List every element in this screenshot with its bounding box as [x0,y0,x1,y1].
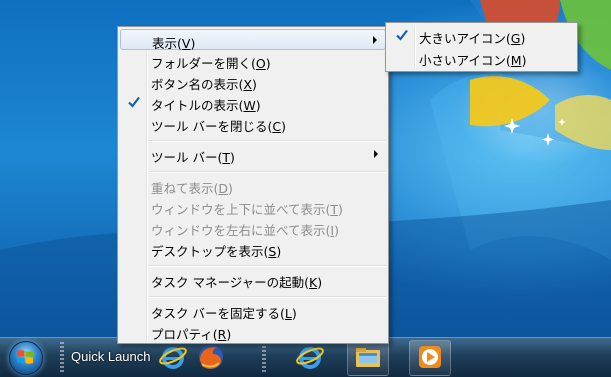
menu-item-open-folder[interactable]: フォルダーを開く(O) [120,50,386,71]
internet-explorer-icon[interactable] [295,342,325,372]
firefox-icon[interactable] [196,342,226,372]
menu-item-toolbars[interactable]: ツール バー(T) [120,144,386,165]
windows-flag-icon [17,350,33,364]
menu-item-close-toolbar[interactable]: ツール バーを閉じる(C) [120,113,386,134]
menu-item-stack-windows: ウィンドウを上下に並べて表示(T) [151,202,343,217]
windows-explorer-icon [356,348,380,367]
menu-separator [149,140,386,142]
menu-item-show-text[interactable]: ボタン名の表示(X) [120,71,386,92]
checkmark-icon [128,96,140,108]
menu-item-view[interactable]: 表示(V) [120,29,386,51]
menu-separator [149,296,386,298]
menu-item-lock-taskbar[interactable]: タスク バーを固定する(L) [120,300,386,321]
menu-item-show-title[interactable]: タイトルの表示(W) [120,92,386,113]
menu-separator [149,171,386,173]
toolbar-grip[interactable] [262,342,266,372]
submenu-arrow-icon [374,150,378,158]
media-player-icon [419,346,441,368]
submenu-arrow-icon [373,36,377,44]
view-submenu: 大きいアイコン(G) 小さいアイコン(M) [385,22,578,72]
menu-item-cascade-windows: 重ねて表示(D) [151,181,233,196]
internet-explorer-icon[interactable] [158,342,188,372]
start-button[interactable] [5,338,45,376]
menu-item-large-icons[interactable]: 大きいアイコン(G) [388,25,575,46]
taskbar-context-menu: 表示(V) フォルダーを開く(O) ボタン名の表示(X) タイトルの表示(W) … [117,26,389,344]
menu-item-properties[interactable]: プロパティ(R) [120,321,386,342]
menu-separator [149,265,386,267]
menu-item-show-desktop[interactable]: デスクトップを表示(S) [120,238,386,259]
menu-item-task-manager[interactable]: タスク マネージャーの起動(K) [120,269,386,290]
quick-launch-label: Quick Launch [71,349,151,364]
checkmark-icon [396,29,408,41]
menu-item-side-by-side: ウィンドウを左右に並べて表示(I) [151,223,339,238]
menu-item-small-icons[interactable]: 小さいアイコン(M) [388,47,575,68]
toolbar-grip[interactable] [60,342,64,372]
